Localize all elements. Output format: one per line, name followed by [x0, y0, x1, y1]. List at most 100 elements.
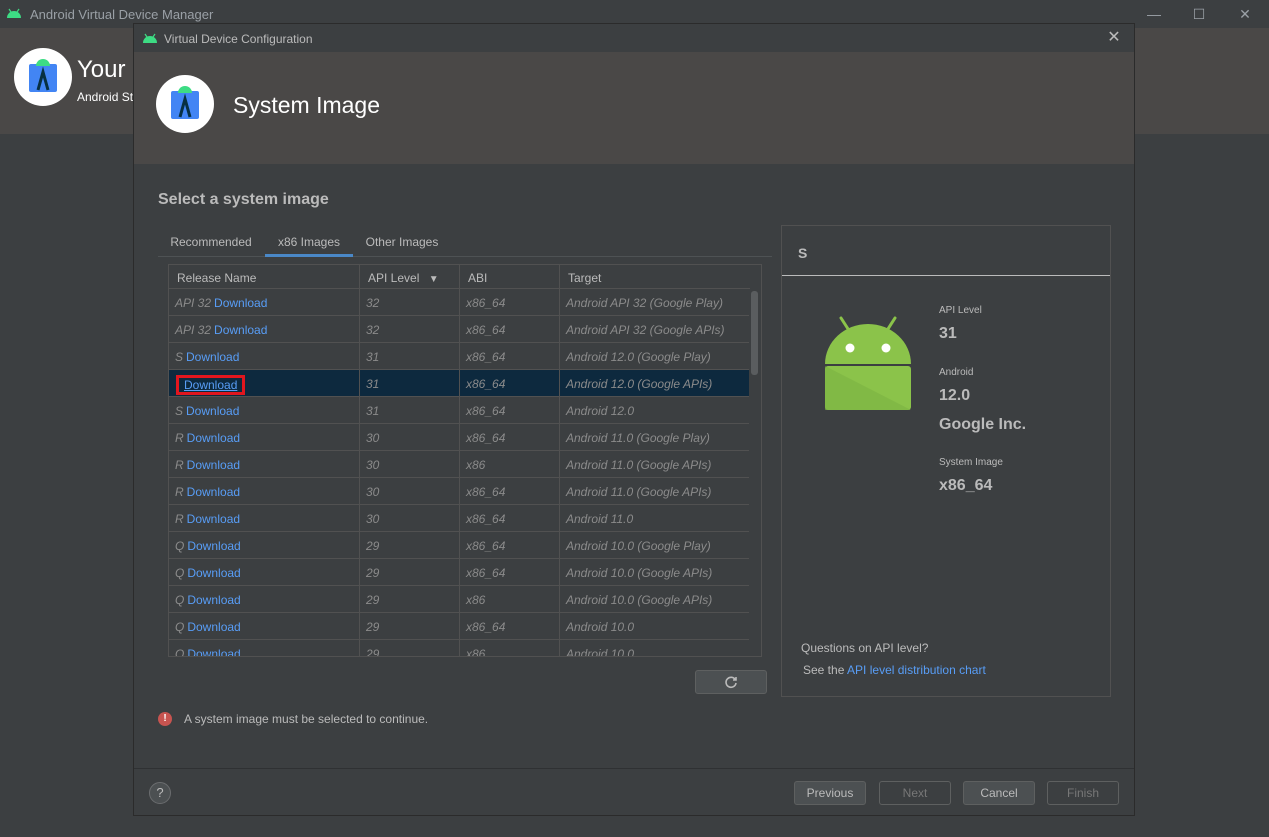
download-link[interactable]: Download [187, 566, 240, 580]
release-name: R [175, 431, 184, 445]
download-link[interactable]: Download [187, 620, 240, 634]
api-level-chart-link[interactable]: API level distribution chart [847, 663, 986, 677]
abi-cell: x86_64 [460, 559, 560, 586]
table-row[interactable]: S Download 31 x86_64 Android 12.0 [169, 397, 750, 424]
scrollbar-thumb[interactable] [751, 291, 758, 375]
api-level-cell: 29 [360, 559, 460, 586]
section-label: Select a system image [158, 191, 329, 208]
table-row[interactable]: R Download 30 x86_64 Android 11.0 (Google AP… [169, 478, 750, 505]
next-button[interactable]: Next [879, 781, 951, 805]
column-release-name[interactable]: Release Name [169, 265, 360, 289]
release-name-cell: R Download [169, 424, 360, 451]
api-question: Questions on API level? [801, 641, 929, 655]
dialog-banner: System Image [134, 52, 1134, 164]
release-name: S [175, 350, 184, 364]
tab-recommended[interactable]: Recommended [158, 227, 264, 257]
download-link[interactable]: Download [186, 404, 239, 418]
abi-cell: x86_64 [460, 289, 560, 316]
table-row[interactable]: R Download 30 x86_64 Android 11.0 (Google Pl… [169, 424, 750, 451]
release-name-cell: Q Download [169, 559, 360, 586]
api-level-cell: 29 [360, 586, 460, 613]
download-link[interactable]: Download [187, 539, 240, 553]
api-level-cell: 31 [360, 370, 460, 397]
download-link[interactable]: Download [187, 512, 240, 526]
api-level-cell: 30 [360, 505, 460, 532]
target-cell: Android 10.0 (Google APIs) [566, 566, 713, 580]
abi-cell: x86_64 [460, 370, 560, 397]
column-abi[interactable]: ABI [460, 265, 560, 289]
image-details-panel: S API Level 31 Android 12.0 Google Inc. … [781, 225, 1111, 697]
column-target[interactable]: Target [560, 265, 750, 289]
table-scrollbar[interactable] [749, 289, 761, 656]
download-link[interactable]: Download [187, 647, 240, 656]
download-link[interactable]: Download [214, 323, 267, 337]
table-row[interactable]: Q Download 29 x86 Android 10.0 (Google APIs) [169, 586, 750, 613]
abi-cell: x86_64 [460, 424, 560, 451]
dialog-title: Virtual Device Configuration [164, 32, 313, 46]
close-icon[interactable]: ✕ [1104, 28, 1124, 48]
table-row[interactable]: Q Download 29 x86 Android 10.0 [169, 640, 750, 656]
target-cell: Android 10.0 [566, 620, 635, 634]
download-link[interactable]: Download [187, 485, 240, 499]
table-row[interactable]: R Download 30 x86 Android 11.0 (Google APIs) [169, 451, 750, 478]
release-name: Q [175, 566, 185, 580]
tab-x86-images[interactable]: x86 Images [265, 227, 353, 257]
target-cell: Android 12.0 (Google Play) [566, 350, 711, 364]
release-name: S [175, 404, 184, 418]
release-name-cell: Q Download [169, 640, 360, 656]
maximize-icon[interactable]: ☐ [1176, 0, 1222, 28]
previous-button[interactable]: Previous [794, 781, 866, 805]
system-image-table: Release Name API Level ▼ ABI Target API … [168, 264, 762, 657]
release-name-cell: Q Download [169, 532, 360, 559]
api-level-cell: 30 [360, 451, 460, 478]
abi-cell: x86 [460, 640, 560, 656]
release-name: Q [175, 620, 185, 634]
abi-cell: x86_64 [460, 343, 560, 370]
table-row[interactable]: Q Download 29 x86_64 Android 10.0 (Google AP… [169, 559, 750, 586]
api-level-value: 31 [939, 325, 957, 342]
table-row[interactable]: API 32 Download 32 x86_64 Android API 32 (Go… [169, 316, 750, 343]
abi-cell: x86_64 [460, 316, 560, 343]
release-name-cell: API 32 Download [169, 316, 360, 343]
error-text: A system image must be selected to conti… [184, 712, 429, 726]
refresh-button[interactable] [695, 670, 767, 694]
table-row[interactable]: S Download 31 x86_64 Android 12.0 (Google Pl… [169, 343, 750, 370]
android-studio-logo [156, 75, 214, 133]
download-link[interactable]: Download [184, 378, 237, 392]
table-row[interactable]: SDownload31x86_64 Android 12.0 (Google AP… [169, 370, 750, 397]
android-version-value: 12.0 [939, 387, 971, 404]
table-row[interactable]: Q Download 29 x86_64 Android 10.0 (Google Pl… [169, 532, 750, 559]
table-row[interactable]: R Download 30 x86_64 Android 11.0 [169, 505, 750, 532]
footer-divider [134, 768, 1134, 769]
target-cell: Android 11.0 (Google Play) [566, 431, 710, 445]
table-row[interactable]: API 32 Download 32 x86_64 Android API 32 (Go… [169, 289, 750, 316]
finish-button[interactable]: Finish [1047, 781, 1119, 805]
column-api-level-label: API Level [368, 271, 420, 285]
column-api-level[interactable]: API Level ▼ [360, 265, 460, 289]
table-row[interactable]: Q Download 29 x86_64 Android 10.0 [169, 613, 750, 640]
details-title: S [798, 245, 808, 261]
tab-other-images[interactable]: Other Images [354, 227, 450, 257]
release-name-cell: Q Download [169, 586, 360, 613]
abi-cell: x86 [460, 451, 560, 478]
release-name: R [175, 485, 184, 499]
release-name-cell: Q Download [169, 613, 360, 640]
background-subtitle: Android St [77, 90, 134, 104]
download-link[interactable]: Download [186, 350, 239, 364]
download-link[interactable]: Download [187, 593, 240, 607]
close-window-icon[interactable]: ✕ [1222, 0, 1268, 28]
minimize-icon[interactable]: — [1131, 0, 1177, 28]
download-link[interactable]: Download [187, 458, 240, 472]
target-cell: Android 11.0 (Google APIs) [566, 458, 712, 472]
cancel-button[interactable]: Cancel [963, 781, 1035, 805]
api-level-cell: 31 [360, 397, 460, 424]
api-level-cell: 29 [360, 613, 460, 640]
help-button[interactable]: ? [149, 782, 171, 804]
download-link[interactable]: Download [187, 431, 240, 445]
divider [782, 275, 1110, 276]
abi-cell: x86_64 [460, 478, 560, 505]
page-title: System Image [233, 92, 380, 118]
android-label: Android [939, 367, 974, 378]
download-link[interactable]: Download [214, 296, 267, 310]
release-name: Q [175, 539, 185, 553]
